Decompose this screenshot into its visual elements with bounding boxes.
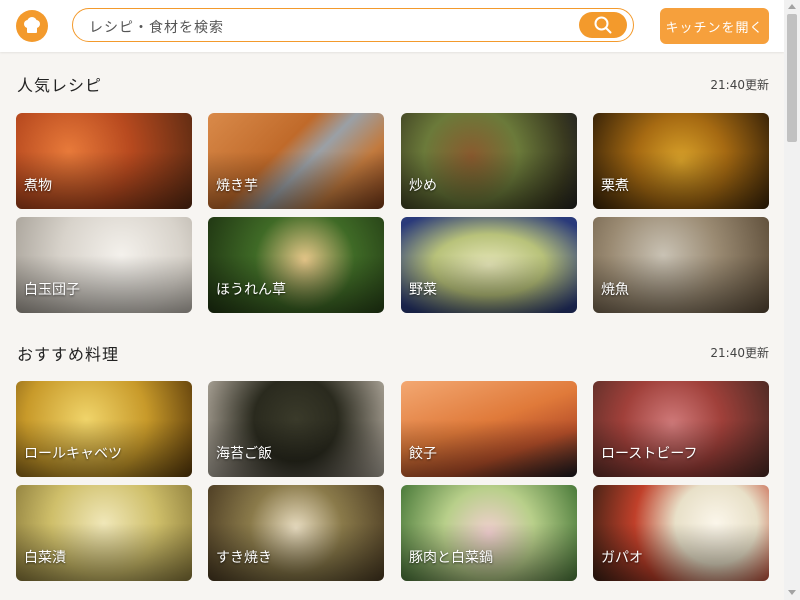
recipe-card[interactable]: 焼き芋 [208,113,384,209]
recipe-card-label: 野菜 [409,282,437,298]
recipe-card[interactable]: 煮物 [16,113,192,209]
recipe-card[interactable]: ほうれん草 [208,217,384,313]
recipe-card[interactable]: 白玉団子 [16,217,192,313]
chef-hat-logo-icon[interactable] [16,10,48,42]
section-update-time: 21:40更新 [710,78,769,92]
section-update-time: 21:40更新 [710,346,769,360]
recipe-card[interactable]: 炒め [401,113,577,209]
open-kitchen-button[interactable]: キッチンを開く [660,8,769,44]
top-bar: レシピ・食材を検索 キッチンを開く [0,0,784,52]
search-input[interactable]: レシピ・食材を検索 [72,8,634,42]
recipe-card[interactable]: すき焼き [208,485,384,581]
recipe-card[interactable]: ローストビーフ [593,381,769,477]
recipe-card-label: 白菜漬 [24,550,66,566]
recipe-card-label: 煮物 [24,178,52,194]
vertical-scrollbar[interactable] [784,0,800,600]
recipe-card[interactable]: ガパオ [593,485,769,581]
recipe-card-label: 栗煮 [601,178,629,194]
recipe-card-label: 海苔ご飯 [216,446,272,462]
scroll-thumb[interactable] [787,14,797,142]
recipe-card-label: 白玉団子 [24,282,80,298]
recipe-card-label: ローストビーフ [601,446,698,462]
recipe-card-label: 焼き芋 [216,178,258,194]
section-title-popular: 人気レシピ [17,76,103,95]
recipe-card-label: ガパオ [601,550,643,566]
search-button[interactable] [579,12,627,38]
recipe-card[interactable]: 栗煮 [593,113,769,209]
recipe-card-label: 炒め [409,178,437,194]
recipe-card-label: ロールキャベツ [24,446,122,462]
section-title-recommended: おすすめ料理 [17,345,120,364]
search-placeholder: レシピ・食材を検索 [89,20,224,36]
recipe-card[interactable]: ロールキャベツ [16,381,192,477]
recipe-card-label: 餃子 [409,446,437,462]
scroll-down-arrow-icon[interactable] [788,590,796,595]
scroll-up-arrow-icon[interactable] [788,4,796,9]
recipe-card[interactable]: 餃子 [401,381,577,477]
recipe-card-label: ほうれん草 [216,282,286,298]
recipe-card[interactable]: 白菜漬 [16,485,192,581]
recipe-card[interactable]: 海苔ご飯 [208,381,384,477]
recipe-card[interactable]: 焼魚 [593,217,769,313]
recipe-card-label: すき焼き [216,550,272,566]
recipe-card[interactable]: 豚肉と白菜鍋 [401,485,577,581]
search-icon [594,16,612,34]
recipe-card-label: 焼魚 [601,282,629,298]
recipe-card[interactable]: 野菜 [401,217,577,313]
recipe-card-label: 豚肉と白菜鍋 [409,550,493,566]
